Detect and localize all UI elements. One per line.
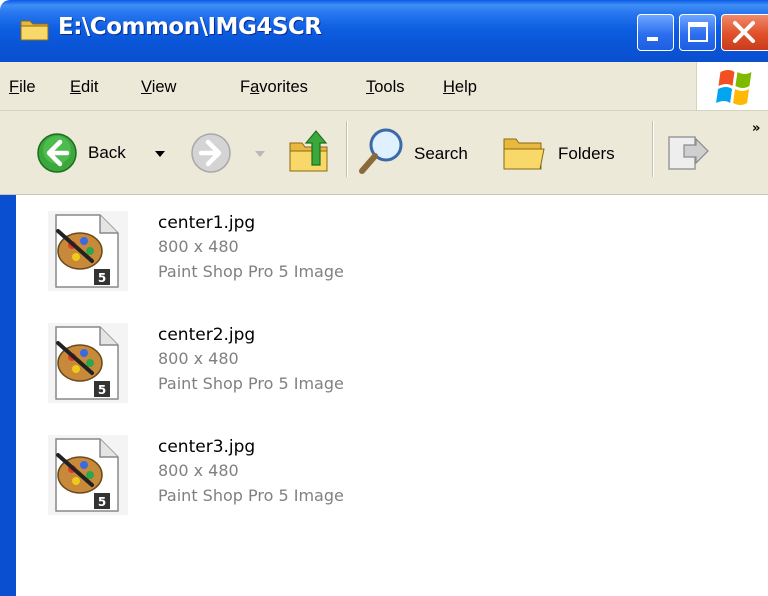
windows-flag-icon	[716, 70, 752, 105]
paint-shop-pro-file-icon: 5	[48, 435, 128, 515]
folders-button[interactable]: Folders	[500, 127, 636, 177]
file-dimensions: 800 x 480	[158, 349, 239, 368]
menu-favorites[interactable]: Favorites	[240, 78, 308, 97]
close-icon	[733, 21, 755, 43]
file-name: center3.jpg	[158, 437, 256, 457]
maximize-button[interactable]	[679, 14, 716, 51]
folder-icon	[20, 20, 49, 41]
menu-tools[interactable]: Tools	[366, 78, 405, 97]
list-item[interactable]: 5 center2.jpg 800 x 480 Paint Shop Pro 5…	[40, 307, 540, 407]
file-badge: 5	[98, 383, 106, 397]
file-type: Paint Shop Pro 5 Image	[158, 374, 344, 393]
list-item[interactable]: 5 center1.jpg 800 x 480 Paint Shop Pro 5…	[40, 195, 540, 295]
up-folder-button[interactable]	[286, 125, 336, 179]
move-to-button[interactable]	[666, 131, 710, 175]
toolbar: Back Search Folders	[0, 111, 768, 195]
search-button[interactable]: Search	[356, 123, 486, 181]
menu-edit[interactable]: Edit	[70, 78, 98, 97]
toolbar-separator	[652, 121, 653, 177]
maximize-icon	[688, 22, 708, 42]
back-arrow-icon	[37, 133, 77, 173]
file-dimensions: 800 x 480	[158, 461, 239, 480]
move-to-icon	[668, 136, 709, 170]
minimize-button[interactable]	[637, 14, 674, 51]
windows-logo	[696, 62, 768, 110]
file-name: center1.jpg	[158, 213, 256, 233]
window-title: E:\Common\IMG4SCR	[58, 14, 322, 40]
file-badge: 5	[98, 495, 106, 509]
paint-shop-pro-file-icon: 5	[48, 323, 128, 403]
menu-help[interactable]: Help	[443, 78, 477, 97]
file-type: Paint Shop Pro 5 Image	[158, 486, 344, 505]
title-bar[interactable]: E:\Common\IMG4SCR	[0, 0, 768, 62]
search-icon	[359, 128, 403, 174]
back-button[interactable]: Back	[32, 131, 182, 175]
minimize-icon	[647, 37, 658, 41]
up-folder-icon	[289, 130, 328, 172]
back-label: Back	[88, 143, 126, 162]
menu-view[interactable]: View	[141, 78, 176, 97]
toolbar-separator	[346, 121, 347, 177]
explorer-window: E:\Common\IMG4SCR File Edit View Favorit…	[0, 0, 768, 596]
file-list: 5 center1.jpg 800 x 480 Paint Shop Pro 5…	[0, 195, 768, 596]
folders-label: Folders	[558, 144, 615, 163]
menu-bar: File Edit View Favorites Tools Help	[0, 62, 768, 111]
forward-button[interactable]	[190, 131, 270, 175]
paint-shop-pro-file-icon: 5	[48, 211, 128, 291]
toolbar-overflow-button[interactable]: »	[752, 121, 760, 136]
file-type: Paint Shop Pro 5 Image	[158, 262, 344, 281]
list-item[interactable]: 5 center3.jpg 800 x 480 Paint Shop Pro 5…	[40, 419, 540, 519]
close-button[interactable]	[721, 14, 768, 51]
file-badge: 5	[98, 271, 106, 285]
forward-arrow-icon	[191, 133, 231, 173]
folders-icon	[503, 138, 545, 170]
file-name: center2.jpg	[158, 325, 256, 345]
forward-chevron-down-icon	[255, 151, 265, 157]
search-label: Search	[414, 144, 468, 163]
chevron-down-icon[interactable]	[154, 149, 166, 159]
file-dimensions: 800 x 480	[158, 237, 239, 256]
menu-file[interactable]: File	[9, 78, 36, 97]
